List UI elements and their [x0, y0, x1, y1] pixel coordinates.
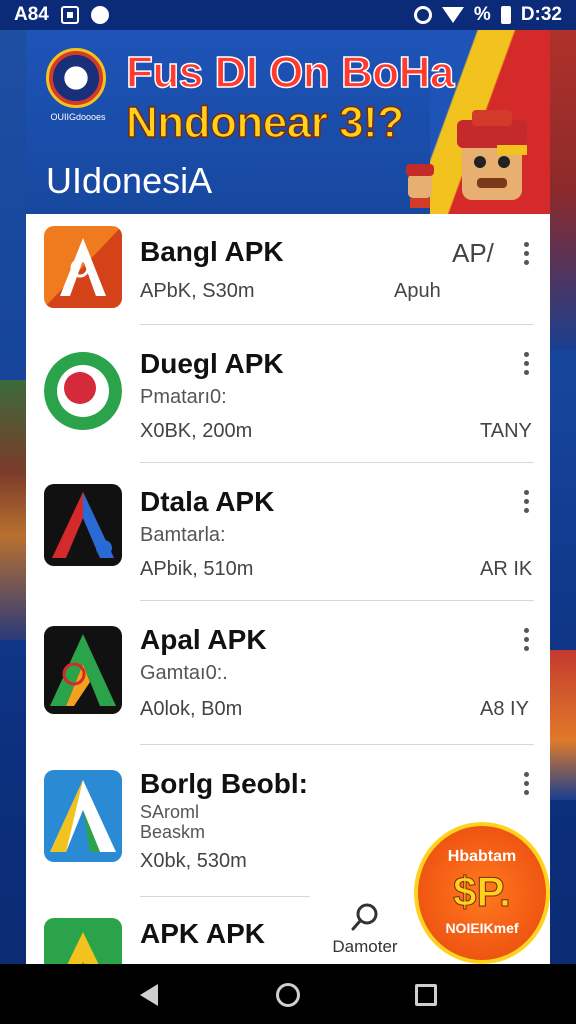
- back-icon[interactable]: [140, 984, 158, 1006]
- apk-black-green-a-icon: [44, 626, 122, 714]
- app-tag: AP/: [452, 238, 494, 268]
- promo-banner[interactable]: OUIIGdoooes Fus DI On BoHa Nndonear 3!? …: [26, 30, 550, 214]
- more-options-icon[interactable]: [524, 628, 530, 652]
- app-tag: A8 IY: [480, 698, 529, 720]
- app-name: Dtala APK: [140, 486, 275, 517]
- app-meta: X0BK, 200m: [140, 420, 253, 442]
- more-options-icon[interactable]: [524, 772, 530, 796]
- app-subtitle: Pmatarı0:: [140, 386, 227, 408]
- banner-logo-caption: OUIIGdoooes: [50, 112, 106, 122]
- app-subtitle: Bamtarla:: [140, 524, 226, 546]
- app-name: Apal APK: [140, 624, 267, 655]
- background-scenery-right: [550, 30, 576, 350]
- app-subtitle-secondary: Beaskm: [140, 822, 206, 842]
- app-meta: X0bk, 530m: [140, 850, 247, 872]
- status-bar: A84 % D:32: [0, 0, 576, 30]
- more-options-icon[interactable]: [524, 352, 530, 376]
- promo-sticker[interactable]: Hbabtam $P. NOIEIKmef: [414, 822, 550, 964]
- apk-green-a-icon: [44, 918, 122, 964]
- detector-label: Damoter: [332, 937, 398, 956]
- alarm-icon: [413, 6, 432, 24]
- banner-title-line2: Nndonear 3!?: [125, 97, 405, 148]
- app-meta: APbik, 510m: [140, 558, 254, 580]
- app-subtitle: SAroml: [140, 802, 200, 822]
- app-subtitle: Gamtaı0:.: [140, 662, 228, 684]
- apk-blue-a-icon: [44, 770, 122, 862]
- app-tag: AR IK: [480, 558, 533, 580]
- home-icon[interactable]: [276, 983, 300, 1007]
- search-icon: [351, 903, 378, 931]
- background-scenery-right-lower: [550, 650, 576, 800]
- signal-percent: %: [473, 4, 491, 25]
- apk-orange-icon: [44, 226, 122, 308]
- background-scenery-left: [0, 380, 26, 640]
- battery-icon: [500, 6, 511, 24]
- banner-title-line1: Fus DI On BoHa: [125, 47, 455, 98]
- list-item[interactable]: Bangl APK APbK, S30m AP/ Apuh: [26, 214, 550, 325]
- app-name: APK APK: [140, 918, 265, 949]
- gallery-icon: [60, 6, 79, 24]
- app-name: Duegl APK: [140, 348, 284, 379]
- more-options-icon[interactable]: [524, 242, 530, 266]
- app-name: Borlg Beobl:: [140, 768, 308, 799]
- list-item[interactable]: Apal APK Gamtaı0:. A0lok, B0m A8 IY: [26, 600, 550, 745]
- app-tag: TANY: [480, 420, 532, 442]
- list-item[interactable]: Dtala APK Bamtarla: APbik, 510m AR IK: [26, 462, 550, 601]
- banner-title: Fus DI On BoHa Nndonear 3!?: [125, 47, 486, 148]
- status-left-text: A84: [14, 4, 49, 25]
- list-item[interactable]: Duegl APK Pmatarı0: X0BK, 200m TANY: [26, 324, 550, 463]
- mascot-small-illustration: [406, 164, 434, 208]
- app-name: Bangl APK: [140, 236, 284, 267]
- mascot-illustration: [457, 110, 527, 200]
- detector-button[interactable]: Damoter: [310, 894, 420, 964]
- more-options-icon[interactable]: [524, 490, 530, 514]
- status-time: D:32: [520, 4, 562, 25]
- app-meta: APbK, S30m: [140, 280, 255, 302]
- recents-icon[interactable]: [415, 984, 437, 1006]
- wifi-icon: [441, 7, 464, 23]
- apk-black-a-icon: [44, 484, 122, 566]
- apk-green-circle-icon: [44, 352, 122, 430]
- banner-logo: [46, 48, 106, 108]
- promo-bottom-text: NOIEIKmef: [445, 920, 519, 936]
- banner-subtitle: UIdonesiA: [46, 160, 213, 201]
- app-tag-secondary: Apuh: [394, 280, 441, 302]
- promo-top-text: Hbabtam: [447, 848, 517, 865]
- promo-main-text: $P.: [453, 868, 512, 916]
- record-icon: [90, 6, 109, 24]
- navigation-bar: [0, 964, 576, 1024]
- app-meta: A0lok, B0m: [140, 698, 243, 720]
